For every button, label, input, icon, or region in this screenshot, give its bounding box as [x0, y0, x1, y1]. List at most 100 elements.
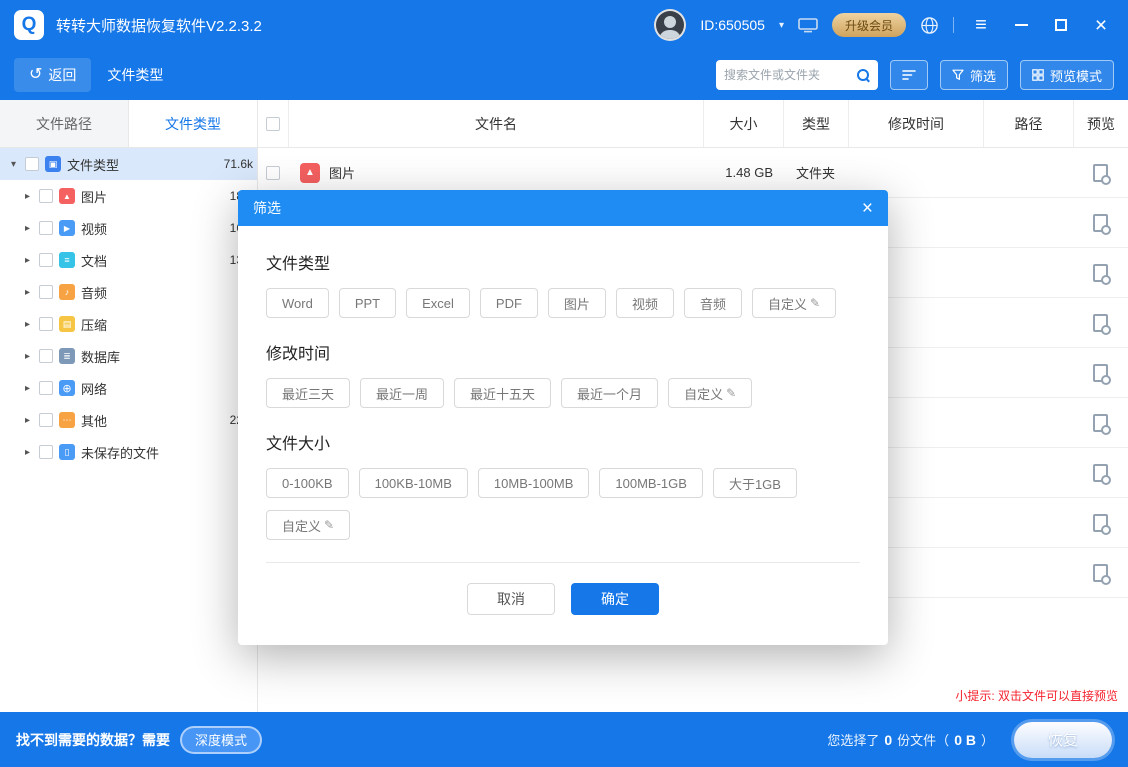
row-checkbox[interactable] — [39, 253, 53, 267]
option-video[interactable]: 视频 — [616, 288, 674, 318]
option-last-week[interactable]: 最近一周 — [360, 378, 444, 408]
preview-icon[interactable] — [1093, 414, 1108, 432]
chevron-expanded-icon[interactable]: ▾ — [8, 159, 19, 170]
column-header-mtime[interactable]: 修改时间 — [848, 100, 983, 147]
row-checkbox[interactable] — [39, 285, 53, 299]
toolbar: ↺ 返回 文件类型 筛选 预览模式 — [0, 50, 1128, 100]
column-header-type[interactable]: 类型 — [783, 100, 848, 147]
row-checkbox[interactable] — [266, 166, 280, 180]
chevron-collapsed-icon[interactable]: ▸ — [22, 415, 33, 426]
tree-item-video[interactable]: ▸ 视频 16.5 — [0, 212, 257, 244]
row-checkbox[interactable] — [39, 413, 53, 427]
selection-size: 0 B — [954, 732, 976, 748]
tree-item-audio[interactable]: ▸ 音频 14 — [0, 276, 257, 308]
user-id[interactable]: ID:650505 — [700, 17, 765, 33]
user-avatar[interactable] — [654, 9, 686, 41]
tree-item-archive[interactable]: ▸ 压缩 15 — [0, 308, 257, 340]
music-icon — [59, 284, 75, 300]
preview-icon[interactable] — [1093, 464, 1108, 482]
option-word[interactable]: Word — [266, 288, 329, 318]
file-type-tree: ▾ 文件类型 71.6k ▸ 图片 18.3 ▸ 视 — [0, 148, 257, 712]
preview-icon[interactable] — [1093, 314, 1108, 332]
section-title-file-size: 文件大小 — [266, 430, 860, 454]
column-header-size[interactable]: 大小 — [703, 100, 783, 147]
chevron-collapsed-icon[interactable]: ▸ — [22, 287, 33, 298]
row-checkbox[interactable] — [39, 381, 53, 395]
option-100mb-1gb[interactable]: 100MB-1GB — [599, 468, 703, 498]
row-checkbox[interactable] — [39, 317, 53, 331]
recover-button[interactable]: 恢复 — [1014, 722, 1112, 758]
option-last-15-days[interactable]: 最近十五天 — [454, 378, 551, 408]
preview-icon[interactable] — [1093, 514, 1108, 532]
option-custom-mtime[interactable]: 自定义 ✎ — [668, 378, 752, 408]
service-globe-icon[interactable] — [920, 16, 939, 35]
chevron-collapsed-icon[interactable]: ▸ — [22, 447, 33, 458]
option-last-3-days[interactable]: 最近三天 — [266, 378, 350, 408]
tree-item-network[interactable]: ▸ 网络 15 — [0, 372, 257, 404]
chevron-collapsed-icon[interactable]: ▸ — [22, 223, 33, 234]
sort-filter-button[interactable] — [890, 60, 928, 90]
back-button[interactable]: ↺ 返回 — [14, 58, 91, 92]
maximize-button[interactable] — [1048, 12, 1074, 38]
search-icon[interactable] — [857, 69, 870, 82]
option-pdf[interactable]: PDF — [480, 288, 538, 318]
column-header-path[interactable]: 路径 — [983, 100, 1073, 147]
option-10mb-100mb[interactable]: 10MB-100MB — [478, 468, 589, 498]
chevron-down-icon[interactable]: ▾ — [779, 20, 784, 31]
option-audio[interactable]: 音频 — [684, 288, 742, 318]
preview-icon[interactable] — [1093, 164, 1108, 182]
preview-icon[interactable] — [1093, 264, 1108, 282]
option-over-1gb[interactable]: 大于1GB — [713, 468, 797, 498]
selection-mid: 份文件（ — [897, 730, 949, 749]
confirm-button[interactable]: 确定 — [571, 583, 659, 615]
filter-button[interactable]: 筛选 — [940, 60, 1008, 90]
option-excel[interactable]: Excel — [406, 288, 470, 318]
option-0-100kb[interactable]: 0-100KB — [266, 468, 349, 498]
preview-icon[interactable] — [1093, 364, 1108, 382]
option-100kb-10mb[interactable]: 100KB-10MB — [359, 468, 468, 498]
tree-item-other[interactable]: ▸ 其他 22.9 — [0, 404, 257, 436]
chevron-collapsed-icon[interactable]: ▸ — [22, 255, 33, 266]
filter-button-label: 筛选 — [970, 66, 996, 85]
minimize-button[interactable] — [1008, 12, 1034, 38]
option-ppt[interactable]: PPT — [339, 288, 396, 318]
tab-file-path[interactable]: 文件路径 — [0, 100, 129, 147]
device-icon[interactable] — [798, 18, 818, 33]
option-last-month[interactable]: 最近一个月 — [561, 378, 658, 408]
close-button[interactable]: × — [1088, 12, 1114, 38]
file-preview-cell — [1073, 248, 1128, 297]
row-checkbox[interactable] — [39, 189, 53, 203]
cancel-button[interactable]: 取消 — [467, 583, 555, 615]
preview-mode-button[interactable]: 预览模式 — [1020, 60, 1114, 90]
modal-close-button[interactable]: × — [862, 199, 873, 218]
row-checkbox[interactable] — [39, 445, 53, 459]
preview-icon[interactable] — [1093, 564, 1108, 582]
row-checkbox[interactable] — [25, 157, 39, 171]
filter-modal-body: 文件类型 Word PPT Excel PDF 图片 视频 音频 自定义 ✎ 修… — [238, 226, 888, 645]
search-box[interactable] — [716, 60, 878, 90]
option-custom-file-size[interactable]: 自定义 ✎ — [266, 510, 350, 540]
preview-icon[interactable] — [1093, 214, 1108, 232]
option-custom-file-type[interactable]: 自定义 ✎ — [752, 288, 836, 318]
tab-file-type[interactable]: 文件类型 — [129, 100, 257, 147]
tree-item-database[interactable]: ▸ 数据库 17 — [0, 340, 257, 372]
tree-item-image[interactable]: ▸ 图片 18.3 — [0, 180, 257, 212]
option-image[interactable]: 图片 — [548, 288, 606, 318]
row-checkbox[interactable] — [39, 349, 53, 363]
menu-button[interactable]: ≡ — [968, 12, 994, 38]
chevron-collapsed-icon[interactable]: ▸ — [22, 383, 33, 394]
filter-modal: 筛选 × 文件类型 Word PPT Excel PDF 图片 视频 音频 自定… — [238, 190, 888, 645]
tree-item-document[interactable]: ▸ 文档 13.3 — [0, 244, 257, 276]
select-all-checkbox[interactable] — [266, 117, 280, 131]
chevron-collapsed-icon[interactable]: ▸ — [22, 319, 33, 330]
chevron-collapsed-icon[interactable]: ▸ — [22, 191, 33, 202]
search-input[interactable] — [724, 68, 851, 82]
deep-mode-button[interactable]: 深度模式 — [180, 726, 262, 754]
column-header-preview[interactable]: 预览 — [1073, 100, 1128, 147]
tree-item-file-type[interactable]: ▾ 文件类型 71.6k — [0, 148, 257, 180]
chevron-collapsed-icon[interactable]: ▸ — [22, 351, 33, 362]
column-header-name[interactable]: 文件名 — [288, 100, 703, 147]
row-checkbox[interactable] — [39, 221, 53, 235]
upgrade-member-button[interactable]: 升级会员 — [832, 13, 906, 37]
tree-item-unsaved[interactable]: ▸ 未保存的文件 1 — [0, 436, 257, 468]
